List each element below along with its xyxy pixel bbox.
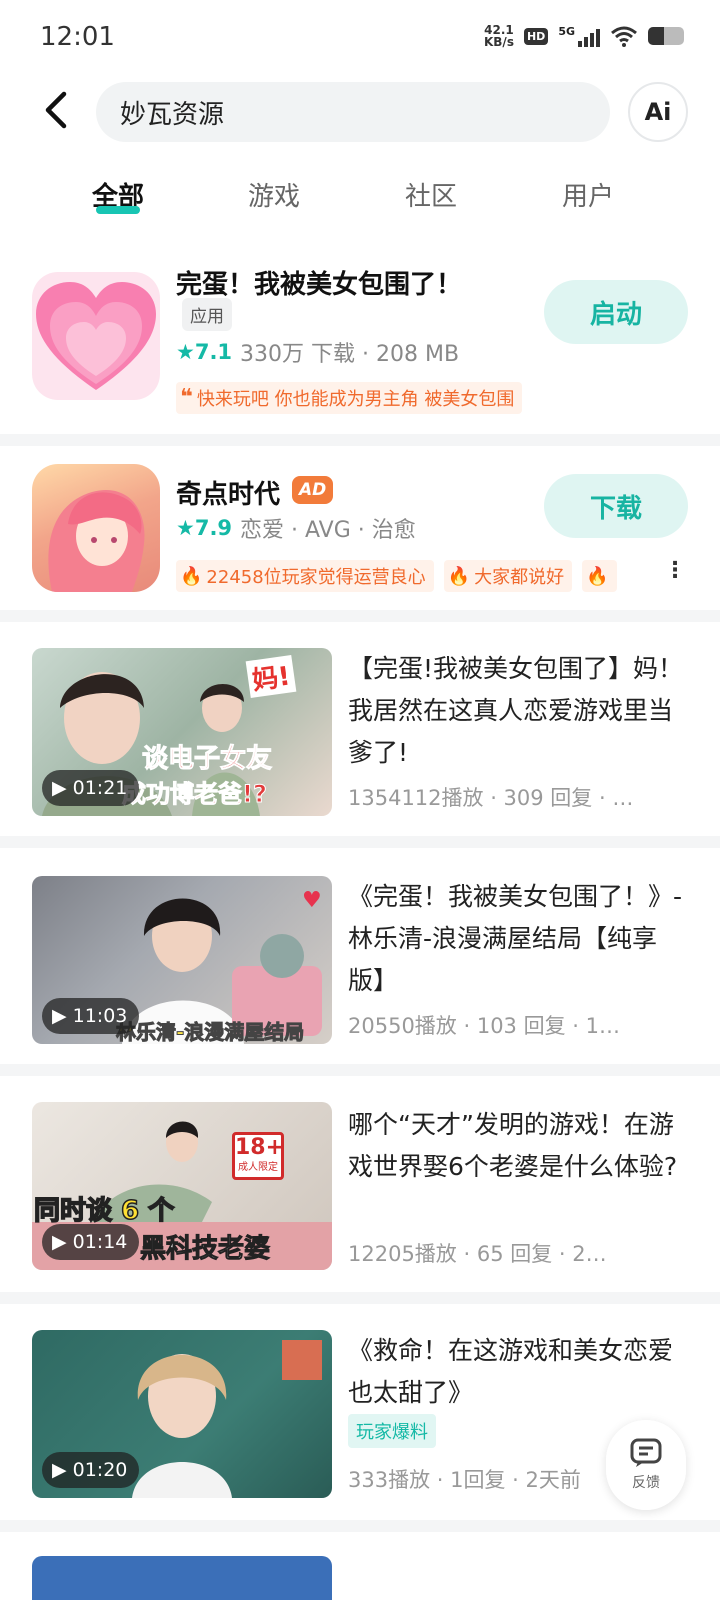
ai-button[interactable]: Ai <box>628 82 688 142</box>
video-stats: 20550播放 · 103 回复 · 1… <box>348 1014 620 1038</box>
video-tag[interactable]: 玩家爆料 <box>348 1414 436 1448</box>
search-tabs: 全部 游戏 社区 用户 <box>0 176 720 226</box>
video-duration: ▶ 01:20 <box>42 1452 140 1488</box>
feedback-button[interactable]: 反馈 <box>606 1420 686 1510</box>
video-title[interactable]: 哪个“天才”发明的游戏！在游戏世界娶6个老婆是什么体验? <box>348 1104 688 1188</box>
launch-button[interactable]: 启动 <box>544 280 688 344</box>
tag: 🔥 22458位玩家觉得运营良心 <box>176 560 434 592</box>
wifi-icon <box>611 26 637 47</box>
video-thumbnail[interactable]: 妈! 谈电子女友 成功博老爸!? ▶ 01:21 <box>32 648 332 816</box>
video-duration: ▶ 01:14 <box>42 1224 140 1260</box>
heart-icon: ♥ <box>302 888 322 913</box>
fire-icon: 🔥 <box>586 565 609 587</box>
battery-icon <box>648 27 684 45</box>
app-highlight-tag: ❝ 快来玩吧 你也能成为男主角 被美女包围 <box>176 382 523 414</box>
video-thumbnail[interactable]: ▶ 01:20 <box>32 1330 332 1498</box>
feedback-icon <box>630 1438 662 1467</box>
play-icon: ▶ <box>52 777 67 799</box>
fire-icon: 🔥 <box>447 565 471 587</box>
age-badge: 18+ 成人限定 <box>232 1132 284 1180</box>
video-duration: ▶ 11:03 <box>42 998 140 1034</box>
tab-community[interactable]: 社区 <box>405 176 457 213</box>
search-input[interactable]: 妙瓦资源 <box>96 82 610 142</box>
status-bar: 12:01 42.1 KB/s HD 5G <box>0 0 720 78</box>
net-speed: 42.1 KB/s <box>483 23 514 49</box>
thumbnail-caption: 黑科技老婆 <box>139 1234 271 1265</box>
tab-games[interactable]: 游戏 <box>248 176 300 213</box>
thumbnail-caption: 谈电子女友 <box>141 744 273 775</box>
thumbnail-caption: 成功博老爸!? <box>122 780 268 809</box>
download-button[interactable]: 下载 <box>544 474 688 538</box>
quote-icon: ❝ <box>180 385 193 410</box>
search-query: 妙瓦资源 <box>120 99 225 130</box>
app-meta: ★7.9 恋爱 · AVG · 治愈 <box>176 516 416 543</box>
rating: ★7.9 <box>176 516 233 540</box>
back-arrow-icon[interactable] <box>38 88 78 132</box>
tag: 🔥 大家都说好 <box>443 560 573 592</box>
app-icon-wandan[interactable] <box>32 272 160 400</box>
app-icon-qidian[interactable] <box>32 464 160 592</box>
fire-icon: 🔥 <box>180 565 203 587</box>
clock: 12:01 <box>40 22 115 52</box>
video-thumbnail[interactable] <box>32 1556 332 1600</box>
video-stats: 1354112播放 · 309 回复 · … <box>348 786 634 810</box>
thumbnail-caption: 林乐清-浪漫满屋结局 <box>115 1020 305 1045</box>
app-meta: ★7.1 330万 下载 · 208 MB <box>176 340 460 367</box>
video-thumbnail[interactable]: 18+ 成人限定 同时谈 6 个 黑科技老婆 ▶ 01:14 <box>32 1102 332 1270</box>
play-icon: ▶ <box>52 1459 67 1481</box>
ad-badge: AD <box>292 476 334 504</box>
tag: 🔥 <box>582 560 617 592</box>
video-title[interactable]: 《救命！在这游戏和美女恋爱也太甜了》 <box>348 1330 688 1414</box>
app-tags: 🔥 22458位玩家觉得运营良心 🔥 大家都说好 🔥 <box>176 560 617 592</box>
play-icon: ▶ <box>52 1231 67 1253</box>
rating: ★7.1 <box>176 340 233 364</box>
app-type-chip: 应用 <box>182 298 232 331</box>
play-icon: ▶ <box>52 1005 67 1027</box>
hd-icon: HD <box>523 27 549 45</box>
thumbnail-caption: 同时谈 6 个 <box>33 1195 175 1227</box>
signal-icon: 5G <box>558 25 600 47</box>
tab-indicator <box>96 206 140 214</box>
tab-users[interactable]: 用户 <box>562 176 614 213</box>
video-duration: ▶ 01:21 <box>42 770 140 806</box>
app-title[interactable]: 完蛋！我被美女包围了！ <box>176 264 462 301</box>
thumbnail-caption: 妈! <box>245 654 297 699</box>
video-title[interactable]: 《完蛋！我被美女包围了！》-林乐清-浪漫满屋结局【纯享版】 <box>348 876 688 1002</box>
video-thumbnail[interactable]: ♥ 林乐清-浪漫满屋结局 ▶ 11:03 <box>32 876 332 1044</box>
video-title[interactable]: 【完蛋!我被美女包围了】妈！我居然在这真人恋爱游戏里当爹了! <box>348 648 688 774</box>
more-icon[interactable]: ⋮ <box>664 558 686 583</box>
app-title[interactable]: 奇点时代 <box>176 474 280 511</box>
video-stats: 12205播放 · 65 回复 · 2… <box>348 1242 607 1266</box>
